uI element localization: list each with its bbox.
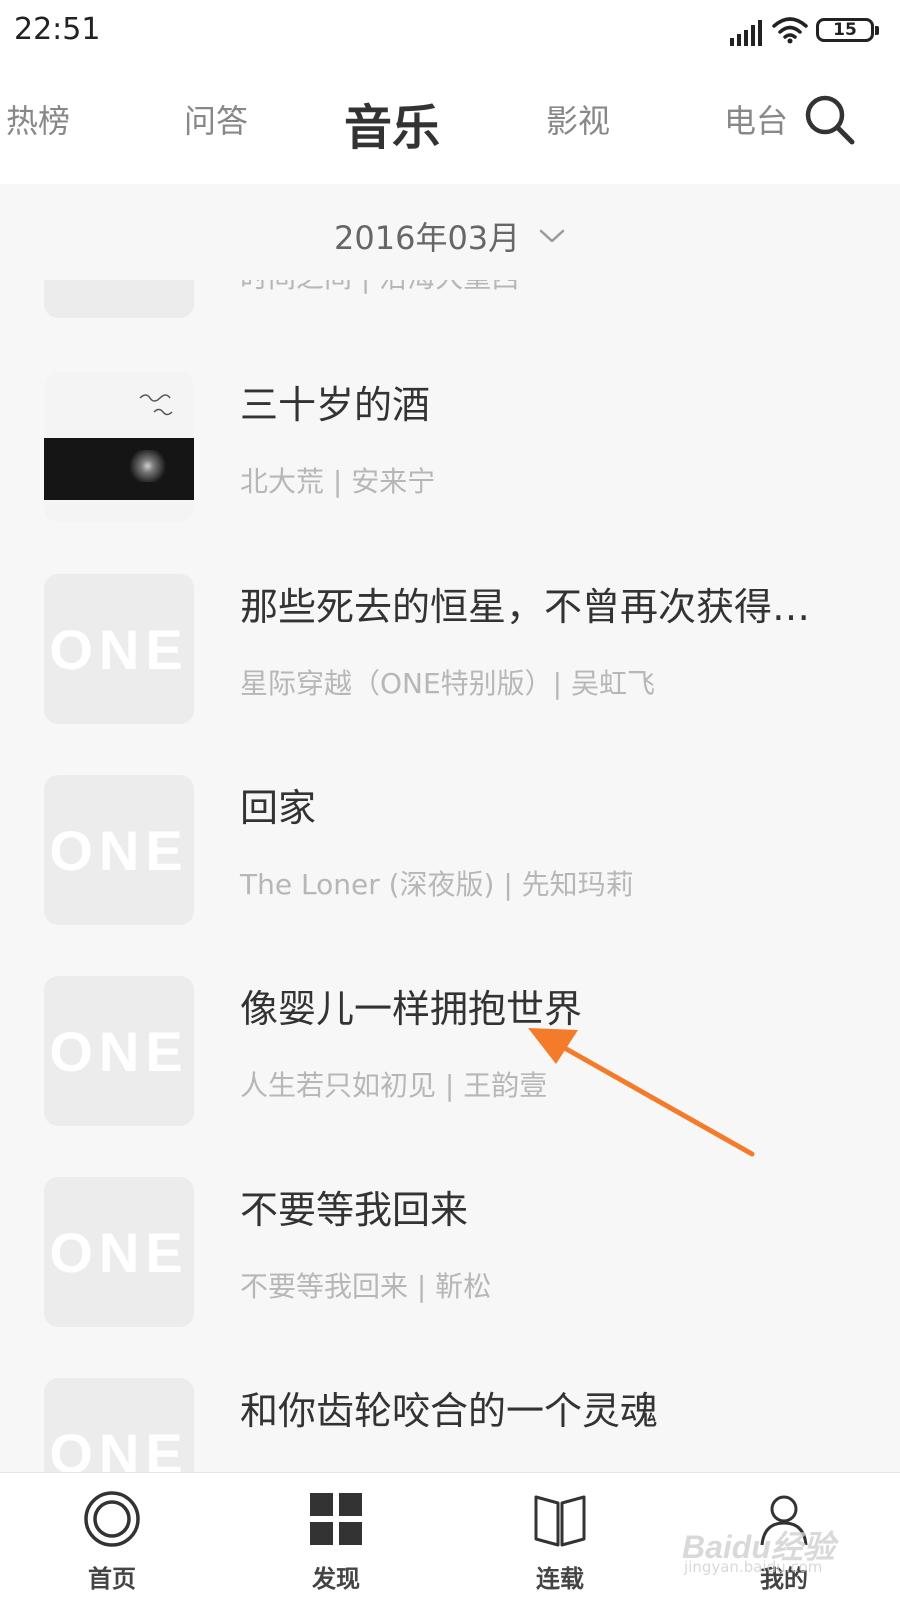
song-row[interactable]: ONE 不要等我回来 不要等我回来 | 靳松 (0, 1177, 900, 1377)
song-row[interactable]: 时间之间 | 沿海大重西 (0, 280, 900, 368)
tab-hot[interactable]: 热榜 (6, 96, 70, 142)
tab-radio[interactable]: 电台 (724, 96, 788, 142)
cover-placeholder-text: ONE (49, 1220, 189, 1284)
song-cover: ONE (44, 775, 194, 925)
song-row[interactable]: 三十岁的酒 北大荒 | 安来宁 (0, 372, 900, 572)
nav-discover-label: 发现 (312, 1565, 360, 1593)
tab-movies[interactable]: 影视 (546, 96, 610, 142)
status-time: 22:51 (14, 12, 101, 47)
song-row[interactable]: ONE 那些死去的恒星，不曾再次获得… 星际穿越（ONE特别版）| 吴虹飞 (0, 574, 900, 774)
search-icon[interactable] (802, 92, 858, 148)
grid-icon (310, 1493, 362, 1545)
tab-music[interactable]: 音乐 (344, 88, 440, 158)
home-circle-icon (84, 1491, 140, 1547)
song-row[interactable]: ONE 回家 The Loner (深夜版) | 先知玛莉 (0, 775, 900, 975)
song-cover: ONE (44, 574, 194, 724)
watermark-url: jingyan.baidu.com (684, 1558, 823, 1576)
battery-icon: 15 (816, 18, 879, 42)
song-row[interactable]: ONE 像婴儿一样拥抱世界 人生若只如初见 | 王韵壹 (0, 976, 900, 1176)
song-list[interactable]: 时间之间 | 沿海大重西 三十岁的酒 北大荒 | 安来宁 ONE 那些死去的恒星… (0, 280, 900, 1472)
battery-level: 15 (833, 20, 857, 40)
tab-qa[interactable]: 问答 (184, 96, 248, 142)
cover-placeholder-text: ONE (49, 818, 189, 882)
nav-home[interactable]: 首页 (52, 1489, 172, 1599)
song-title: 不要等我回来 (240, 1188, 469, 1232)
song-meta: The Loner (深夜版) | 先知玛莉 (240, 868, 634, 901)
watermark: Baidu经验 jingyan.baidu.com (682, 1522, 852, 1584)
date-label: 2016年03月 (334, 219, 521, 257)
song-meta: 不要等我回来 | 靳松 (240, 1270, 492, 1303)
annotation-arrow (528, 1028, 755, 1157)
date-selector[interactable]: 2016年03月 (334, 214, 566, 258)
song-cover: ONE (44, 1177, 194, 1327)
cover-placeholder-text: ONE (49, 1019, 189, 1083)
nav-home-label: 首页 (88, 1565, 136, 1593)
song-meta: 北大荒 | 安来宁 (240, 465, 436, 498)
song-cover (44, 280, 194, 318)
song-cover-photo (44, 372, 194, 522)
cover-placeholder-text: ONE (49, 617, 189, 681)
photo-lights (130, 450, 174, 482)
song-cover: ONE (44, 976, 194, 1126)
song-title: 那些死去的恒星，不曾再次获得… (240, 585, 811, 629)
chevron-down-icon (539, 229, 565, 243)
date-bar: 2016年03月 (0, 184, 900, 280)
status-bar: 22:51 15 (0, 0, 900, 64)
signal-icon (730, 20, 762, 46)
song-meta: 人生若只如初见 | 王韵壹 (240, 1069, 548, 1102)
song-title: 三十岁的酒 (240, 383, 431, 427)
song-cover: ONE (44, 1378, 194, 1472)
song-title: 回家 (240, 786, 317, 830)
nav-serial-label: 连载 (536, 1565, 584, 1593)
handwriting-graphic (139, 394, 173, 416)
cover-placeholder-text: ONE (49, 1421, 189, 1473)
nav-discover[interactable]: 发现 (276, 1489, 396, 1599)
nav-serial[interactable]: 连载 (500, 1489, 620, 1599)
wifi-icon (772, 17, 808, 44)
book-icon (534, 1495, 586, 1547)
song-title: 和你齿轮咬合的一个灵魂 (240, 1389, 659, 1433)
top-nav: 热榜 问答 音乐 影视 电台 (0, 64, 900, 184)
song-meta: 星际穿越（ONE特别版）| 吴虹飞 (240, 667, 656, 700)
song-row[interactable]: ONE 和你齿轮咬合的一个灵魂 (0, 1378, 900, 1472)
song-meta: 时间之间 | 沿海大重西 (240, 280, 519, 296)
